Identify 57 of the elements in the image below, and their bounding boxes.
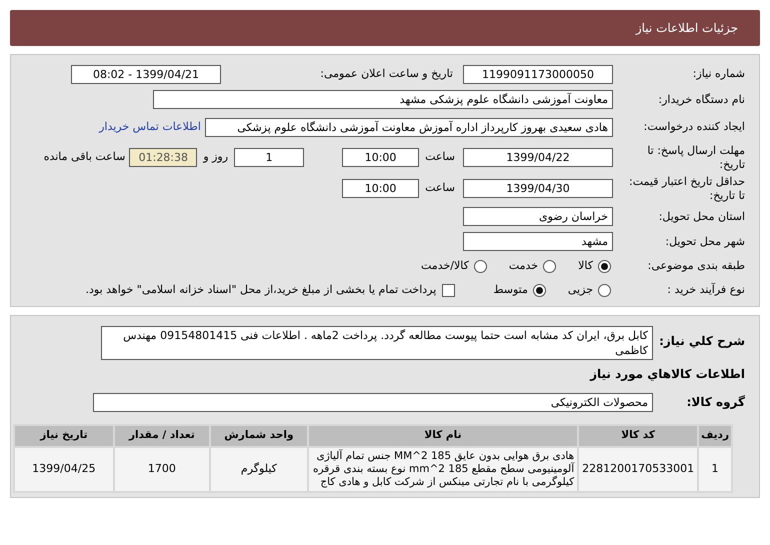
field-label: طبقه بندی موضوعی:	[646, 259, 745, 273]
column-header: ردیف	[699, 426, 731, 446]
contact-link[interactable]: اطلاعات تماس خریدار	[99, 118, 201, 136]
input-field[interactable]: خراسان رضوی	[463, 207, 613, 226]
field-label: تاریخ و ساعت اعلان عمومی:	[319, 66, 453, 82]
radio-button[interactable]	[532, 284, 546, 296]
option-label: خدمت	[508, 258, 538, 274]
input-field[interactable]: 10:00	[342, 148, 420, 167]
radio-button[interactable]	[598, 284, 611, 296]
field-label: ساعت	[425, 180, 455, 196]
table-cell: 1	[699, 448, 731, 491]
option-label: جزیی	[568, 282, 593, 298]
table-cell: 2281200170533001	[579, 448, 698, 491]
input-field[interactable]: هادی سعیدی بهروز کارپرداز اداره آموزش معاونت آموزشی دانشگاه علوم پزشکی	[205, 118, 613, 136]
countdown-field[interactable]: 01:28:38	[129, 148, 198, 167]
field-label: شهر محل تحویل:	[664, 234, 745, 248]
field-label: ساعت	[425, 149, 455, 166]
column-header: واحد شمارش	[211, 426, 307, 446]
field-label: گروه کالا:	[686, 394, 745, 411]
option-label: کالا/خدمت	[421, 258, 469, 274]
checkbox[interactable]	[442, 284, 456, 296]
input-field[interactable]: معاونت آموزشی دانشگاه علوم پزشکی مشهد	[153, 90, 613, 109]
field-label: ایجاد کننده درخواست:	[642, 120, 745, 134]
table-cell: کیلوگرم	[211, 448, 307, 491]
input-field[interactable]: 1	[234, 148, 304, 167]
description-field[interactable]: کابل برق، ایران کد مشابه است حتما پیوست مطالعه گردد. پرداخت 2ماهه . اطلاعات فنی 09154801415 مهندس کاظمی	[101, 326, 653, 360]
column-header: تاریخ نیاز	[15, 426, 113, 446]
field-label: استان محل تحویل:	[658, 210, 745, 224]
input-field[interactable]: 1399/04/21 - 08:02	[71, 64, 221, 84]
radio-button[interactable]	[474, 260, 487, 272]
column-header: کد کالا	[579, 426, 698, 446]
field-label: شرح کلي نياز:	[658, 333, 745, 350]
header-title: جزئیات اطلاعات نیاز	[636, 20, 738, 37]
field-label: حداقل تاریخ اعتبار قیمت: تا تاریخ:	[628, 175, 745, 202]
column-header: تعداد / مقدار	[114, 426, 210, 446]
table-cell: 1399/04/25	[15, 448, 113, 491]
radio-button[interactable]	[543, 260, 556, 272]
option-label: کالا	[578, 258, 593, 274]
radio-button[interactable]	[598, 260, 611, 272]
field-label: شماره نیاز:	[692, 67, 745, 81]
field-label: نام دستگاه خریدار:	[657, 92, 745, 106]
input-field[interactable]: مشهد	[463, 232, 613, 251]
input-field[interactable]: 1199091173000050	[463, 64, 613, 84]
field-label: روز و	[203, 149, 228, 166]
section-heading: اطلاعات کالاهاي مورد نياز	[590, 366, 745, 383]
field-label: مهلت ارسال پاسخ: تا تاریخ:	[646, 144, 745, 171]
field-label: نوع فرآیند خرید :	[666, 283, 745, 297]
input-field[interactable]: محصولات الکترونیکی	[93, 392, 653, 412]
option-label: متوسط	[493, 282, 528, 298]
table-cell: 1700	[114, 448, 210, 491]
column-header: نام کالا	[308, 426, 578, 446]
field-label: ساعت باقی مانده	[44, 149, 126, 166]
checkbox-label: پرداخت تمام یا بخشی از مبلغ خرید،از محل "اسناد خزانه اسلامی" خواهد بود.	[86, 282, 436, 298]
input-field[interactable]: 1399/04/22	[463, 148, 613, 167]
input-field[interactable]: 10:00	[342, 179, 420, 198]
input-field[interactable]: 1399/04/30	[463, 179, 613, 198]
table-cell: هادی برق هوایی بدون عایق 185 MM^2 جنس تمام آلیاژی آلومینیومی سطح مقطع 185 mm^2 نوع بسته بندی قرقره کیلوگرمی با نام تجارتی مینکس از شرکت کابل و هادی کاج	[308, 448, 578, 491]
